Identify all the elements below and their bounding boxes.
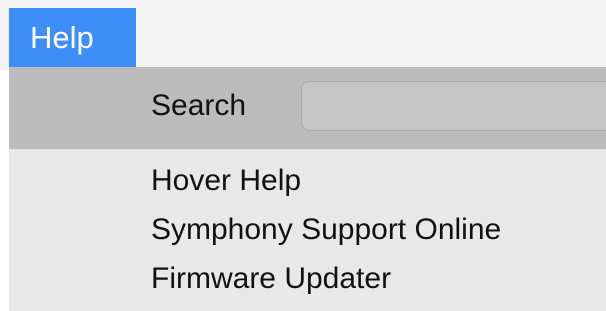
help-search-row: Search xyxy=(9,67,606,149)
menu-bar: Help xyxy=(0,0,606,70)
menu-item-hover-help[interactable]: Hover Help xyxy=(151,161,301,201)
menu-item-firmware-updater[interactable]: Firmware Updater xyxy=(151,259,391,299)
help-menu-dropdown: Search Hover Help Symphony Support Onlin… xyxy=(9,67,606,311)
menu-item-symphony-support-online[interactable]: Symphony Support Online xyxy=(151,210,501,250)
help-search-input[interactable] xyxy=(301,81,606,131)
help-menu-title[interactable]: Help xyxy=(9,8,136,67)
search-label: Search xyxy=(151,89,247,122)
screenshot-stage: Help Search Hover Help Symphony Support … xyxy=(0,0,606,311)
